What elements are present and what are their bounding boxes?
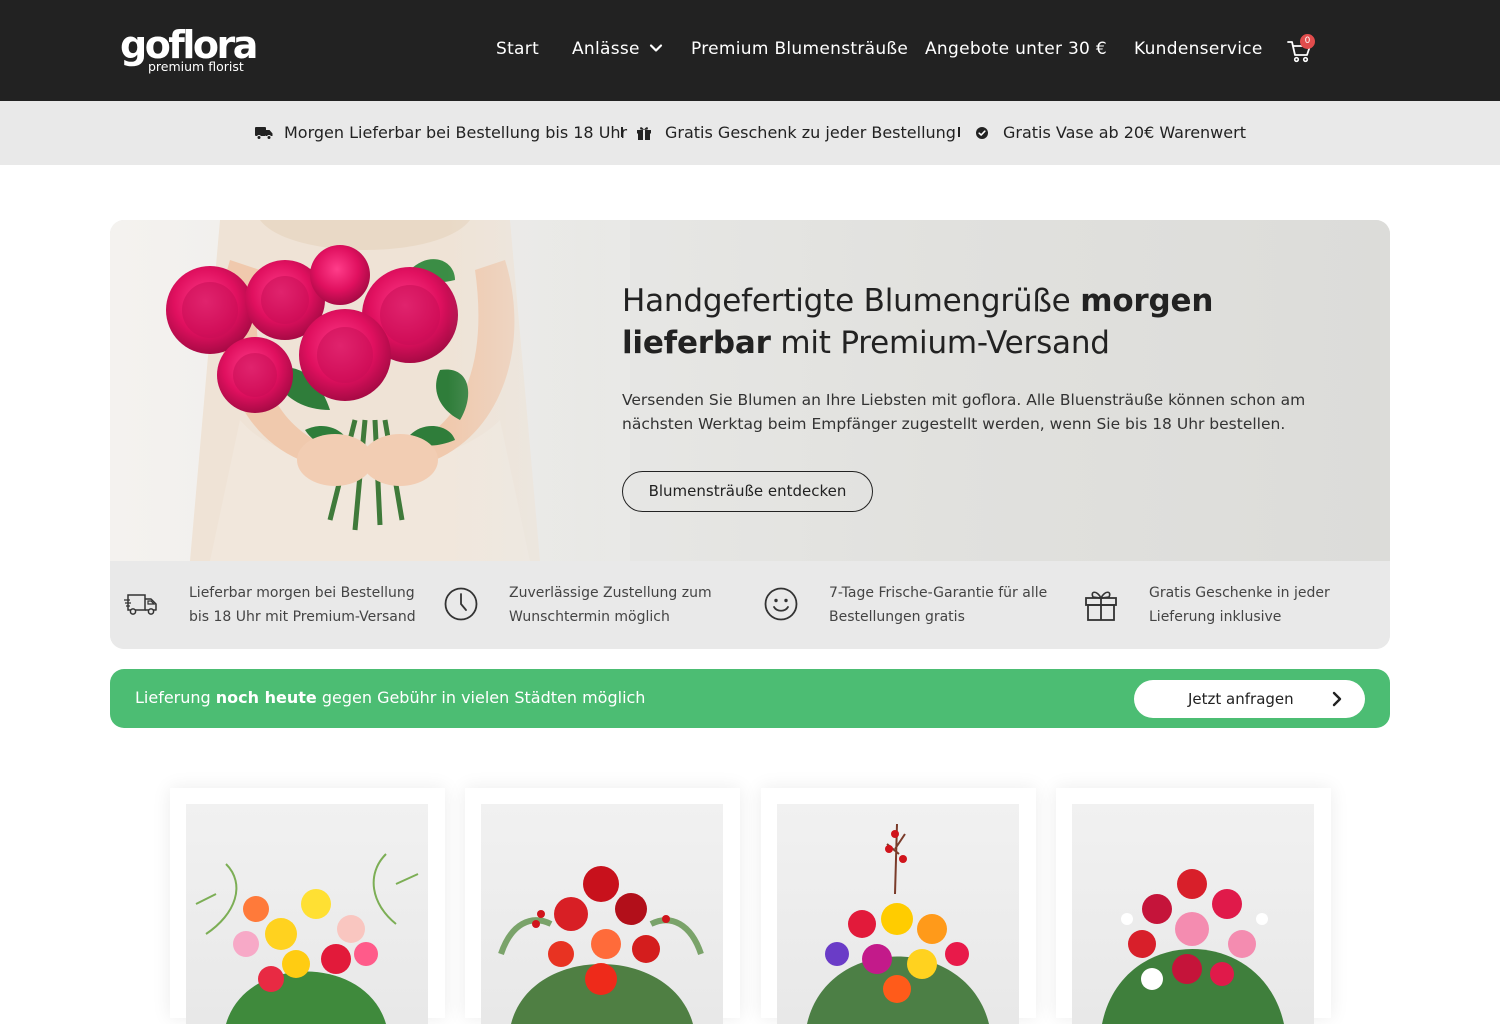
cart-count-badge: 0 [1300, 34, 1315, 49]
hero-title: Handgefertigte Blumengrüße morgen liefer… [622, 280, 1302, 364]
feature-item-schedule: Zuverlässige Zustellung zum Wunschtermin… [444, 581, 744, 631]
usp-gift-text: Gratis Geschenk zu jeder Bestellung [665, 123, 956, 142]
usp-bar: Morgen Lieferbar bei Bestellung bis 18 U… [0, 101, 1500, 165]
red-amaryllis-bouquet-illustration [498, 866, 704, 1024]
chevron-down-icon [649, 44, 662, 52]
gift-icon [637, 127, 651, 140]
hero-title-part2: mit Premium-Versand [770, 325, 1110, 361]
product-image [777, 804, 1019, 1024]
peony-bouquet-illustration [110, 220, 630, 561]
banner-text-part1: Lieferung [135, 688, 216, 707]
nav-item-anlaesse[interactable]: Anlässe [572, 36, 664, 62]
product-card[interactable] [761, 788, 1036, 1024]
hero-section: Handgefertigte Blumengrüße morgen liefer… [110, 220, 1390, 649]
feature-item-freshness: 7-Tage Frische-Garantie für alle Bestell… [764, 581, 1064, 631]
nav-item-premium-blumenstraeusse[interactable]: Premium Blumensträuße [691, 36, 908, 62]
usp-item-vase: Gratis Vase ab 20€ Warenwert [974, 122, 1254, 144]
banner-text-part2: gegen Gebühr in vielen Städten möglich [316, 688, 646, 707]
site-header: goflora premium florist Start Anlässe Pr… [0, 0, 1500, 101]
feature-freshness-text: 7-Tage Frische-Garantie für alle Bestell… [829, 585, 1048, 625]
usp-delivery-text: Morgen Lieferbar bei Bestellung bis 18 U… [284, 123, 628, 142]
chevron-right-icon [1332, 691, 1342, 707]
product-card[interactable] [465, 788, 740, 1024]
usp-item-gift: Gratis Geschenk zu jeder Bestellung [636, 122, 956, 144]
mixed-roses-bouquet-illustration [195, 853, 419, 1024]
nav-item-start[interactable]: Start [496, 36, 539, 62]
nav-item-kundenservice[interactable]: Kundenservice [1134, 36, 1263, 62]
feature-item-delivery: Lieferbar morgen bei Bestellung bis 18 U… [124, 581, 424, 631]
logo[interactable]: goflora premium florist [120, 22, 258, 78]
usp-divider [621, 127, 623, 137]
clock-icon [444, 587, 478, 621]
hero-description: Versenden Sie Blumen an Ihre Liebsten mi… [622, 391, 1306, 433]
product-image [1072, 804, 1314, 1024]
banner-text-bold: noch heute [215, 688, 317, 707]
colorful-mixed-bouquet-illustration [807, 823, 989, 1024]
banner-text: Lieferung noch heute gegen Gebühr in vie… [135, 686, 645, 710]
discover-bouquets-button[interactable]: Blumensträuße entdecken [622, 471, 873, 512]
smiley-icon [764, 587, 798, 621]
red-pink-roses-bouquet-illustration [1102, 869, 1284, 1024]
delivery-truck-icon [124, 594, 157, 615]
product-card[interactable] [170, 788, 445, 1024]
truck-icon [255, 127, 273, 140]
same-day-delivery-banner: Lieferung noch heute gegen Gebühr in vie… [110, 669, 1390, 728]
feature-gifts-text: Gratis Geschenke in jeder Lieferung inkl… [1149, 585, 1330, 625]
feature-strip: Lieferbar morgen bei Bestellung bis 18 U… [110, 561, 1390, 649]
logo-tagline: premium florist [148, 59, 244, 74]
usp-item-delivery: Morgen Lieferbar bei Bestellung bis 18 U… [255, 122, 627, 144]
feature-delivery-text: Lieferbar morgen bei Bestellung bis 18 U… [189, 585, 416, 625]
feature-item-gifts: Gratis Geschenke in jeder Lieferung inkl… [1084, 581, 1384, 631]
nav-item-angebote[interactable]: Angebote unter 30 € [925, 36, 1107, 62]
feature-schedule-text: Zuverlässige Zustellung zum Wunschtermin… [509, 585, 712, 625]
request-now-button[interactable]: Jetzt anfragen [1134, 680, 1365, 718]
usp-vase-text: Gratis Vase ab 20€ Warenwert [1003, 123, 1246, 142]
product-image [186, 804, 428, 1024]
check-circle-icon [976, 127, 988, 139]
hero-title-part1: Handgefertigte Blumengrüße [622, 283, 1081, 319]
request-now-label: Jetzt anfragen [1188, 690, 1294, 708]
product-image [481, 804, 723, 1024]
nav-item-anlaesse-label: Anlässe [572, 39, 640, 59]
usp-divider [958, 127, 960, 137]
gift-box-icon [1085, 591, 1117, 621]
hero-image [110, 220, 630, 561]
product-card[interactable] [1056, 788, 1331, 1024]
